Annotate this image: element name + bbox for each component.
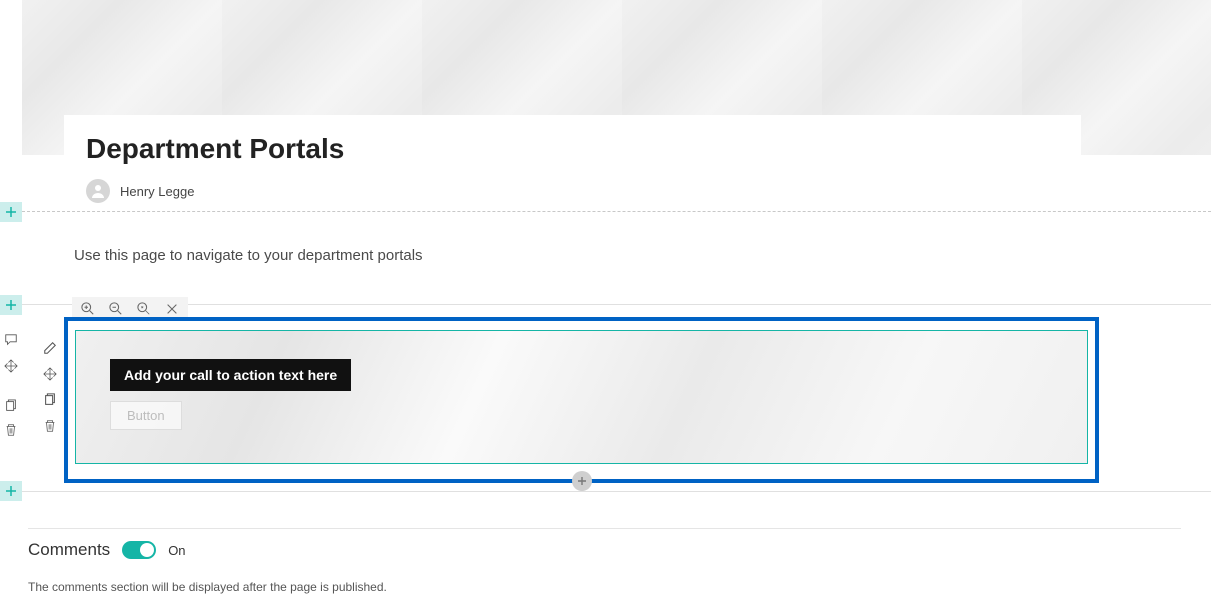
add-section-button[interactable] (0, 202, 22, 222)
page-title[interactable]: Department Portals (86, 133, 1059, 165)
comments-toggle[interactable] (122, 541, 156, 559)
title-card: Department Portals Henry Legge (64, 115, 1081, 217)
divider (28, 528, 1181, 529)
cta-button[interactable]: Button (110, 401, 182, 430)
zoom-in-icon[interactable] (80, 301, 96, 317)
comments-toggle-state: On (168, 543, 185, 558)
move-icon[interactable] (40, 364, 60, 384)
toggle-knob (140, 543, 154, 557)
content-area: Department Portals Henry Legge Use this … (22, 0, 1211, 614)
divider (22, 304, 1211, 305)
divider (22, 491, 1211, 492)
reset-zoom-icon[interactable] (136, 301, 152, 317)
trash-icon[interactable] (2, 421, 20, 439)
cta-webpart[interactable]: Add your call to action text here Button (64, 317, 1099, 483)
left-rail (0, 0, 22, 614)
intro-text[interactable]: Use this page to navigate to your depart… (74, 247, 423, 264)
add-section-button[interactable] (0, 295, 22, 315)
comments-label: Comments (28, 540, 110, 560)
add-section-button[interactable] (0, 481, 22, 501)
cta-heading[interactable]: Add your call to action text here (110, 359, 351, 391)
author-name[interactable]: Henry Legge (120, 184, 194, 199)
author-row: Henry Legge (86, 179, 1059, 203)
close-icon[interactable] (164, 301, 180, 317)
comments-note: The comments section will be displayed a… (28, 580, 387, 594)
trash-icon[interactable] (40, 416, 60, 436)
add-webpart-button[interactable] (572, 471, 592, 491)
duplicate-icon[interactable] (2, 397, 20, 415)
webpart-side-toolbar (40, 338, 60, 436)
duplicate-icon[interactable] (40, 390, 60, 410)
comments-row: Comments On (28, 540, 186, 560)
comment-icon[interactable] (2, 331, 20, 349)
section-divider (22, 211, 1211, 212)
pencil-icon[interactable] (40, 338, 60, 358)
zoom-out-icon[interactable] (108, 301, 124, 317)
move-icon[interactable] (2, 357, 20, 375)
avatar[interactable] (86, 179, 110, 203)
cta-webpart-inner: Add your call to action text here Button (75, 330, 1088, 464)
